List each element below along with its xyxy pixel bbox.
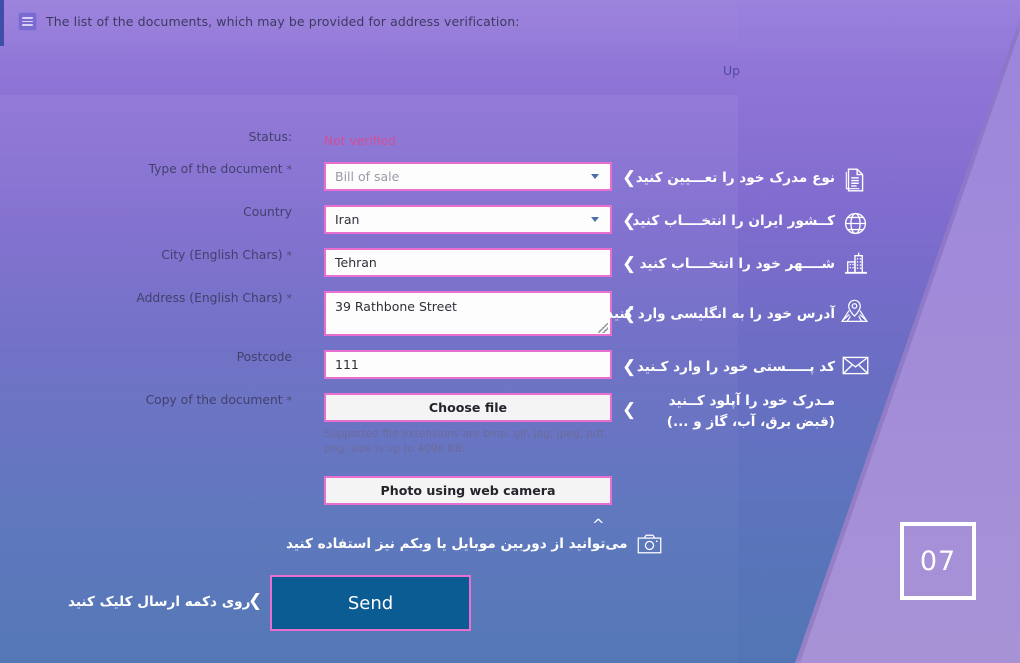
city-input[interactable]: Tehran (324, 248, 612, 277)
document-type-label: Type of the document * (148, 162, 292, 176)
annotation-text-document-type: نوع مدرک خود را تعـــیین کنید (635, 170, 835, 186)
country-label: Country (243, 205, 292, 219)
camera-note-text: می‌توانید از دوربین موبایل یا وبکم نیز ا… (286, 536, 628, 552)
annotation-text-address: آدرس خود را به انگلیسی وارد کنید (606, 306, 835, 322)
send-button[interactable]: Send (270, 575, 471, 631)
status-badge: Not verified (324, 134, 396, 148)
annotation-text-upload: مـدرک خود را آپلود کــنید (668, 393, 835, 409)
status-label: Status: (248, 130, 292, 144)
chevron-up-icon: ^ (592, 516, 605, 534)
annotation-text-city: شــــهر خود را انتخــــاب کنید (639, 256, 835, 272)
document-type-value: Bill of sale (335, 169, 400, 184)
choose-file-button[interactable]: Choose file (324, 393, 612, 422)
header: The list of the documents, which may be … (18, 12, 520, 31)
postcode-label: Postcode (236, 350, 292, 364)
envelope-icon (842, 355, 869, 376)
up-link[interactable]: Up (723, 63, 740, 78)
row-status: Status: Not verified (0, 130, 738, 162)
address-textarea[interactable]: 39 Rathbone Street (324, 291, 612, 336)
chevron-left-icon-3: ❮ (622, 254, 637, 274)
resize-handle-icon[interactable] (598, 323, 608, 333)
city-label: City (English Chars) * (161, 248, 292, 262)
postcode-input[interactable]: 111 (324, 350, 612, 379)
screenshot-root: The list of the documents, which may be … (0, 0, 1020, 663)
webcam-button[interactable]: Photo using web camera (324, 475, 612, 505)
copy-of-document-label: Copy of the document * (145, 393, 292, 407)
step-badge: 07 (900, 522, 976, 600)
chevron-left-icon-6: ❮ (622, 400, 637, 420)
document-icon (842, 167, 868, 193)
chevron-down-icon (591, 217, 599, 222)
city-value: Tehran (335, 255, 377, 270)
annotation-text-upload-2: (قبض برق، آب، گاز و ...) (666, 414, 835, 430)
header-text: The list of the documents, which may be … (46, 14, 520, 29)
chevron-left-icon-1: ❮ (622, 168, 637, 188)
camera-note: می‌توانید از دوربین موبایل یا وبکم نیز ا… (286, 534, 662, 554)
address-value: 39 Rathbone Street (335, 299, 457, 314)
list-icon (18, 12, 37, 31)
document-type-select[interactable]: Bill of sale (324, 162, 612, 191)
globe-icon (843, 211, 868, 236)
country-select[interactable]: Iran (324, 205, 612, 234)
annotation-text-country: کــشور ایران را انتخــــاب کنید (632, 213, 835, 229)
annotation-text-postcode: کد پـــــستی خود را وارد کـنید (636, 359, 835, 375)
map-pin-icon (840, 298, 869, 325)
city-icon (842, 250, 869, 277)
chevron-down-icon (591, 174, 599, 179)
address-label: Address (English Chars) * (136, 291, 292, 305)
accent-bar (0, 0, 4, 46)
country-value: Iran (335, 212, 360, 227)
postcode-value: 111 (335, 357, 359, 372)
send-note-text: روی دکمه ارسال کلیک کنید (68, 594, 251, 610)
file-hint-text: Supported file extensions are bmp, gif, … (324, 428, 607, 456)
camera-icon (637, 534, 662, 554)
chevron-left-icon-5: ❮ (622, 357, 637, 377)
